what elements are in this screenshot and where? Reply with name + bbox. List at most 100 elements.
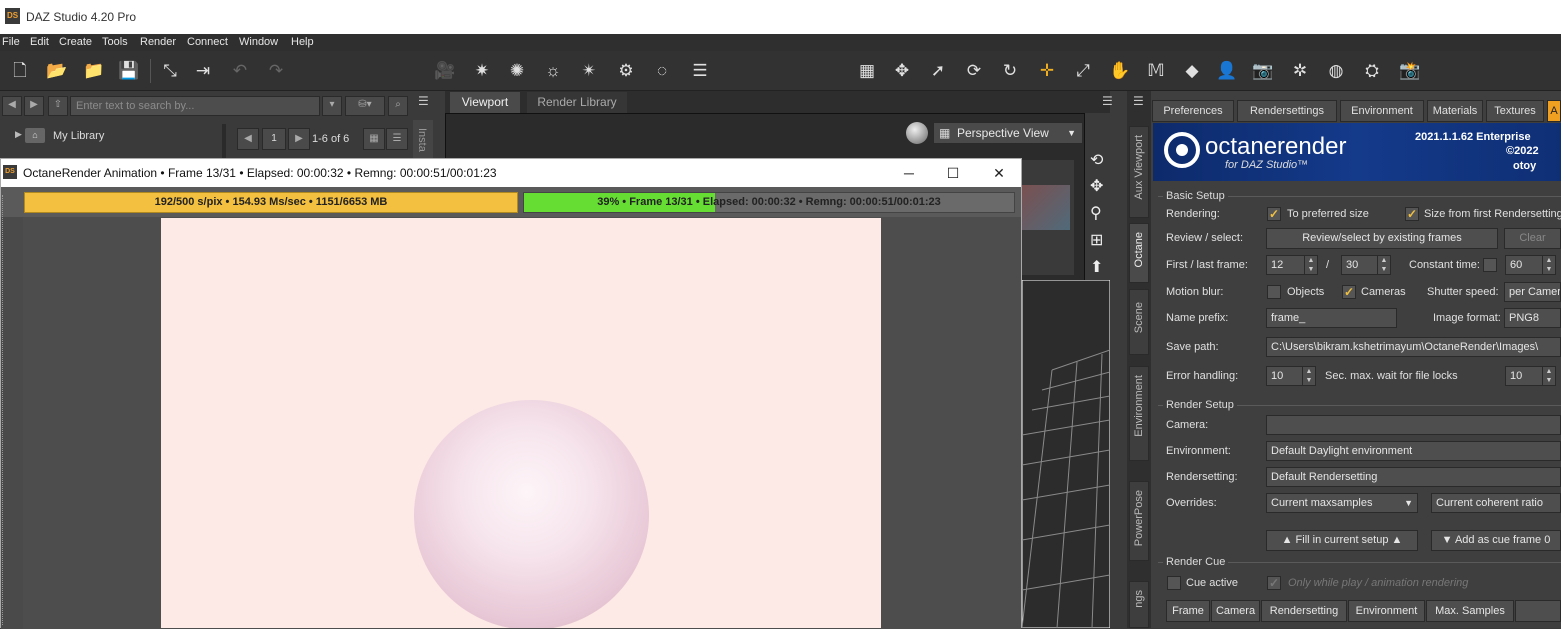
save-icon[interactable]: 💾 — [117, 59, 141, 83]
column-frame[interactable]: Frame — [1166, 600, 1210, 622]
rendersetting-select[interactable]: Default Rendersetting — [1266, 467, 1561, 487]
search-icon[interactable]: ⌕ — [388, 96, 408, 116]
menu-help[interactable]: Help — [291, 36, 314, 48]
to-preferred-size-checkbox[interactable]: ✓ — [1267, 207, 1281, 221]
active-pose-icon[interactable]: ✋ — [1108, 59, 1132, 83]
tab-powerpose[interactable]: PowerPose — [1129, 481, 1149, 561]
surface-selection-icon[interactable]: ◆ — [1180, 59, 1204, 83]
dock-menu-icon[interactable]: ☰ — [1133, 94, 1144, 108]
render-settings-icon[interactable]: ⚙ — [614, 59, 638, 83]
perspective-view-select[interactable]: ▦ Perspective View ▼ — [933, 122, 1083, 144]
only-while-checkbox[interactable]: ✓ — [1267, 576, 1281, 590]
distant-light-icon[interactable]: ✷ — [470, 59, 494, 83]
translate-icon[interactable]: ✛ — [1035, 59, 1059, 83]
camera-settings-icon[interactable]: 📷 — [1251, 59, 1275, 83]
cue-active-checkbox[interactable] — [1167, 576, 1181, 590]
import-icon[interactable]: ⤡ — [158, 59, 182, 83]
point-light-icon[interactable]: ✺ — [505, 59, 529, 83]
page-next-icon[interactable]: ▶ — [288, 128, 310, 150]
cube-face-front[interactable] — [1022, 185, 1070, 230]
expand-arrow-icon[interactable]: ▶ — [15, 129, 22, 140]
constant-time-checkbox[interactable] — [1483, 258, 1497, 272]
name-prefix-input[interactable]: frame_ — [1266, 308, 1397, 328]
export-icon[interactable]: ⇥ — [191, 59, 215, 83]
tab-scene[interactable]: Scene — [1129, 289, 1149, 355]
environment-select[interactable]: Default Daylight environment — [1266, 441, 1561, 461]
tab-render-library[interactable]: Render Library — [527, 92, 627, 113]
first-frame-stepper-icon[interactable]: ▲ ▼ — [1304, 255, 1318, 275]
tab-environment-settings[interactable]: Environment — [1340, 100, 1424, 122]
geometry-editor-icon[interactable]: 𝕄 — [1144, 59, 1168, 83]
minimize-icon[interactable]: ─ — [894, 163, 924, 183]
column-environment[interactable]: Environment — [1348, 600, 1425, 622]
maximize-icon[interactable]: ☐ — [938, 163, 968, 183]
menu-tools[interactable]: Tools — [102, 36, 128, 48]
list-icon[interactable]: ☰ — [688, 59, 712, 83]
menu-connect[interactable]: Connect — [187, 36, 228, 48]
size-from-first-checkbox[interactable]: ✓ — [1405, 207, 1419, 221]
zoom-camera-icon[interactable]: ⚲ — [1090, 203, 1102, 223]
menu-edit[interactable]: Edit — [30, 36, 49, 48]
tab-textures[interactable]: Textures — [1486, 100, 1544, 122]
override-coherent-select[interactable]: Current coherent ratio — [1431, 493, 1561, 513]
tab-aux-viewport[interactable]: Aux Viewport — [1129, 126, 1149, 218]
tab-viewport[interactable]: Viewport — [450, 92, 520, 113]
tab-materials[interactable]: Materials — [1427, 100, 1483, 122]
render-gear-icon[interactable]: ⛭ — [1360, 59, 1384, 83]
tab-rendersettings[interactable]: Rendersettings — [1237, 100, 1337, 122]
fill-current-setup-button[interactable]: ▲ Fill in current setup ▲ — [1266, 530, 1418, 551]
page-number[interactable]: 1 — [262, 128, 286, 150]
panel-menu-icon[interactable]: ☰ — [418, 94, 429, 108]
pan-camera-icon[interactable]: ✥ — [1090, 176, 1103, 196]
forward-arrow-icon[interactable]: ▶ — [24, 96, 44, 116]
column-rendersetting[interactable]: Rendersetting — [1261, 600, 1347, 622]
up-arrow-icon[interactable]: ⇧ — [48, 96, 68, 116]
shutter-speed-select[interactable]: per Camera — [1504, 282, 1561, 302]
camera-select[interactable] — [1266, 415, 1561, 435]
tab-animation[interactable]: A — [1547, 100, 1561, 122]
orbit-camera-icon[interactable]: ⟲ — [1090, 150, 1103, 170]
wait-input[interactable]: 10 — [1505, 366, 1545, 386]
merge-folder-icon[interactable]: 📁 — [82, 59, 106, 83]
menu-window[interactable]: Window — [239, 36, 278, 48]
back-arrow-icon[interactable]: ◀ — [2, 96, 22, 116]
menu-create[interactable]: Create — [59, 36, 92, 48]
rotate-icon[interactable]: ↻ — [998, 59, 1022, 83]
splitter[interactable] — [222, 124, 226, 158]
node-selection-icon[interactable]: ➚ — [926, 59, 950, 83]
column-max-samples[interactable]: Max. Samples — [1426, 600, 1514, 622]
menu-file[interactable]: File — [2, 36, 20, 48]
sphere-settings-icon[interactable]: ◍ — [1324, 59, 1348, 83]
database-icon[interactable]: ⛁▾ — [345, 96, 385, 116]
last-frame-stepper-icon[interactable]: ▲ ▼ — [1377, 255, 1391, 275]
render-camera-icon[interactable]: 📸 — [1398, 59, 1422, 83]
clear-button[interactable]: Clear — [1504, 228, 1561, 249]
null-node-icon[interactable]: ◌ — [650, 59, 674, 83]
page-prev-icon[interactable]: ◀ — [237, 128, 259, 150]
constant-time-stepper-icon[interactable]: ▲ ▼ — [1542, 255, 1556, 275]
spot-light-icon[interactable]: ☼ — [541, 59, 565, 83]
tab-settings[interactable]: ngs — [1129, 581, 1149, 628]
override-maxsamples-select[interactable]: Current maxsamples ▼ — [1266, 493, 1418, 513]
reset-camera-icon[interactable]: ⬆ — [1090, 257, 1103, 277]
library-search-input[interactable]: Enter text to search by... — [70, 96, 320, 116]
create-camera-icon[interactable]: 🎥 — [433, 59, 457, 83]
close-icon[interactable]: ✕ — [984, 163, 1014, 183]
add-cue-frame-button[interactable]: ▼ Add as cue frame 0 — [1431, 530, 1561, 551]
first-frame-input[interactable]: 12 — [1266, 255, 1306, 275]
draw-style-sphere-icon[interactable] — [906, 122, 928, 144]
column-camera[interactable]: Camera — [1211, 600, 1260, 622]
review-button[interactable]: Review/select by existing frames — [1266, 228, 1498, 249]
view-cube-icon[interactable] — [1022, 160, 1074, 275]
open-folder-icon[interactable]: 📂 — [45, 59, 69, 83]
save-path-input[interactable]: C:\Users\bikram.kshetrimayum\OctaneRende… — [1266, 337, 1561, 357]
constant-time-input[interactable]: 60 — [1505, 255, 1545, 275]
last-frame-input[interactable]: 30 — [1341, 255, 1379, 275]
image-format-select[interactable]: PNG8 — [1504, 308, 1561, 328]
frame-camera-icon[interactable]: ⊞ — [1090, 230, 1103, 250]
universal-tool-icon[interactable]: ✥ — [890, 59, 914, 83]
error-handling-stepper-icon[interactable]: ▲ ▼ — [1302, 366, 1316, 386]
wait-stepper-icon[interactable]: ▲ ▼ — [1542, 366, 1556, 386]
search-dropdown-icon[interactable]: ▾ — [322, 96, 342, 116]
scale-icon[interactable]: ⤢ — [1071, 59, 1095, 83]
